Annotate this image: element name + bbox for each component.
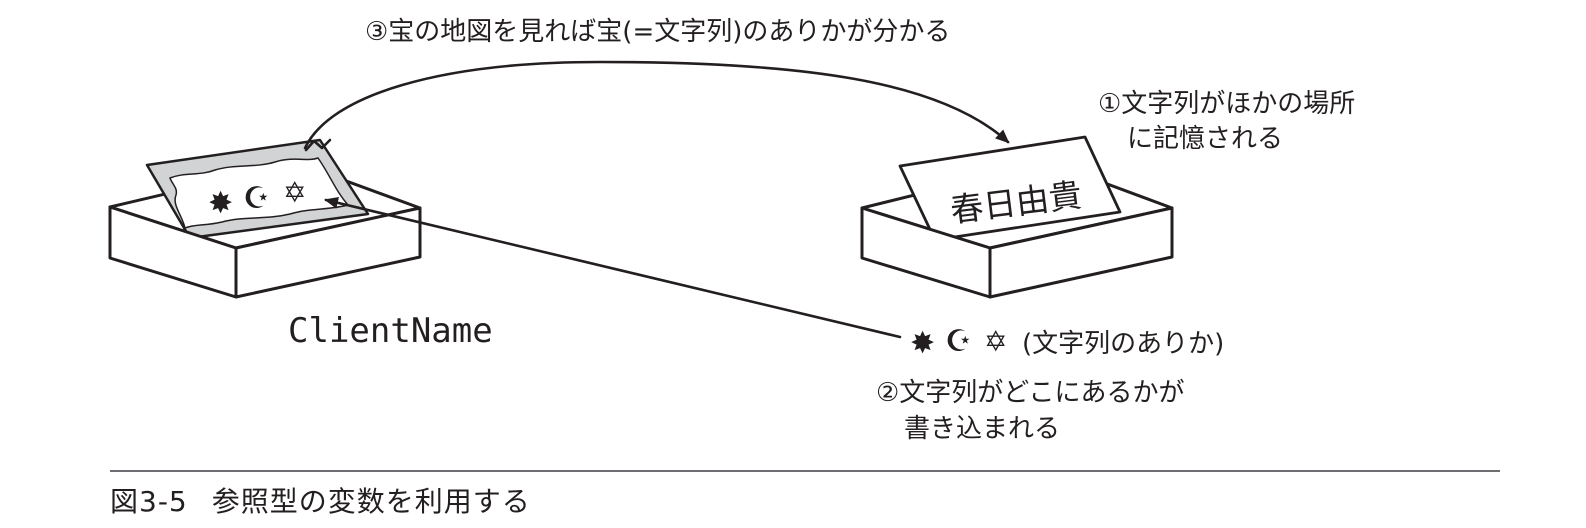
caption-divider (110, 470, 1500, 472)
step1-label-line1: ①文字列がほかの場所 (1098, 89, 1355, 119)
map-david-star-icon: ✡ (283, 176, 306, 209)
location-note: (文字列のありか) (1022, 329, 1224, 359)
address-crescent-icon: ☪ (945, 324, 972, 359)
address-star-icon: ✸ (910, 326, 935, 361)
figure-title: 参照型の変数を利用する (211, 485, 531, 518)
map-to-string-arrow (303, 60, 1010, 150)
step3-label: ③宝の地図を見れば宝(=文字列)のありかが分かる (365, 17, 950, 47)
reference-type-diagram: ✸ ☪ ✡ ClientName 春日由貴 ③宝の地図を見れば宝(=文字列)のあ… (108, 17, 1355, 444)
figure-number: 図3-5 (110, 485, 188, 518)
map-star-icon: ✸ (208, 186, 233, 221)
step1-label-line2: に記憶される (1127, 124, 1283, 154)
string-storage-box: 春日由貴 (860, 135, 1174, 299)
step2-label-line2: 書き込まれる (904, 414, 1060, 444)
variable-name-label: ClientName (288, 311, 493, 351)
variable-box: ✸ ☪ ✡ (108, 138, 422, 299)
address-david-star-icon: ✡ (984, 325, 1007, 358)
map-crescent-icon: ☪ (243, 181, 270, 216)
step2-label-line1: ②文字列がどこにあるかが (876, 378, 1185, 408)
figure-caption: 図3-5 参照型の変数を利用する (110, 480, 531, 520)
